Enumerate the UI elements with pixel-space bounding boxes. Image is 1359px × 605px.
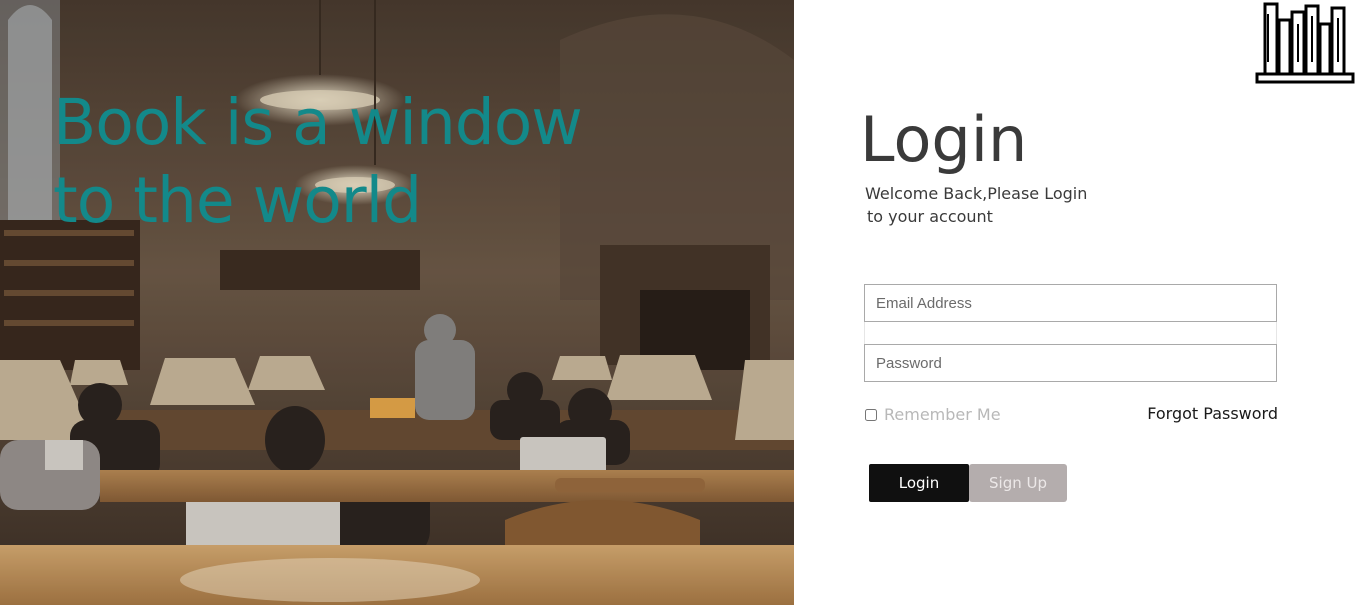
hero-tagline-line2: to the world [53, 164, 422, 237]
password-field[interactable] [864, 344, 1277, 382]
signup-button[interactable]: Sign Up [969, 464, 1067, 502]
email-field[interactable] [864, 284, 1277, 322]
welcome-message: Welcome Back,Please Login to your accoun… [865, 182, 1165, 228]
remember-me[interactable]: Remember Me [865, 405, 1001, 424]
login-button[interactable]: Login [869, 464, 969, 502]
login-page: Book is a window to the world Login Welc… [0, 0, 1359, 605]
hero-tagline: Book is a window to the world [53, 84, 753, 240]
hero-tagline-line1: Book is a window [53, 86, 583, 159]
field-divider [864, 322, 1277, 344]
welcome-line2: to your account [867, 207, 993, 226]
login-title: Login [860, 103, 1028, 176]
bookshelf-icon [1255, 2, 1355, 84]
hero-panel: Book is a window to the world [0, 0, 794, 605]
welcome-line1: Welcome Back,Please Login [865, 184, 1088, 203]
forgot-password-link[interactable]: Forgot Password [1147, 404, 1278, 423]
login-panel: Login Welcome Back,Please Login to your … [794, 0, 1359, 605]
remember-me-label: Remember Me [884, 405, 1001, 424]
remember-me-checkbox[interactable] [865, 408, 877, 421]
